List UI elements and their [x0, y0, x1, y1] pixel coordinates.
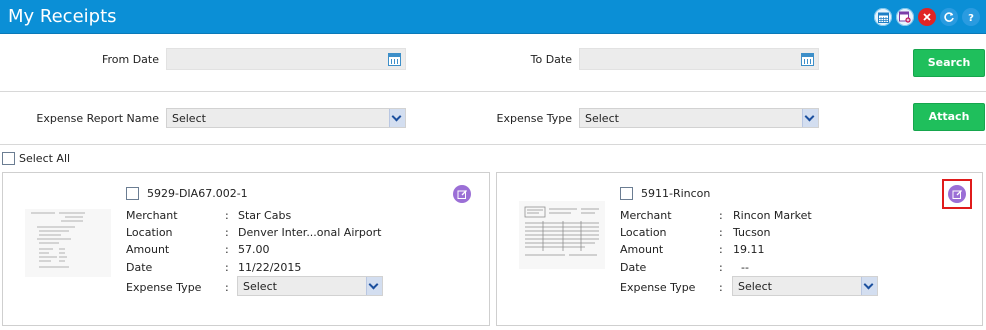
expense-report-name-label: Expense Report Name: [36, 112, 159, 125]
receipt-id: 5929-DIA67.002-1: [147, 187, 248, 200]
search-button[interactable]: Search: [913, 49, 985, 77]
to-date-input[interactable]: [579, 48, 819, 70]
merchant-label: Merchant: [126, 209, 178, 222]
date-filter-row: From Date To Date Search: [0, 34, 986, 92]
receipt-checkbox[interactable]: [620, 187, 633, 200]
separator: :: [719, 281, 723, 294]
receipt-header: 5929-DIA67.002-1: [126, 187, 248, 200]
receipt-thumbnail[interactable]: [25, 209, 111, 277]
merchant-label: Merchant: [620, 209, 672, 222]
page-title: My Receipts: [8, 6, 117, 27]
amount-label: Amount: [126, 243, 170, 256]
receipt-expense-type-select[interactable]: Select: [237, 276, 383, 296]
attach-row: Expense Report Name Select Expense Type …: [0, 93, 986, 145]
chevron-down-icon[interactable]: [389, 109, 405, 127]
expense-type-select[interactable]: Select: [579, 108, 819, 128]
merchant-value: Rincon Market: [733, 209, 812, 222]
chevron-down-icon[interactable]: [861, 277, 877, 295]
calendar-grid-icon[interactable]: [874, 8, 892, 26]
chevron-down-icon[interactable]: [802, 109, 818, 127]
select-all-label: Select All: [19, 152, 71, 165]
calendar-icon[interactable]: [801, 53, 814, 66]
separator: :: [719, 226, 723, 239]
title-bar: My Receipts ?: [0, 0, 986, 34]
separator: :: [225, 281, 229, 294]
receipt-expense-type-value: Select: [738, 280, 772, 293]
amount-value: 19.11: [733, 243, 765, 256]
receipt-expense-type-select[interactable]: Select: [732, 276, 878, 296]
separator: :: [719, 243, 723, 256]
receipt-expense-type-value: Select: [243, 280, 277, 293]
location-label: Location: [620, 226, 667, 239]
edit-icon[interactable]: [453, 185, 471, 203]
receipt-checkbox[interactable]: [126, 187, 139, 200]
location-value: Tucson: [733, 226, 771, 239]
separator: :: [225, 243, 229, 256]
receipt-card: 5911-Rincon Merchant : Rincon Market Loc…: [496, 172, 983, 326]
amount-label: Amount: [620, 243, 664, 256]
receipt-thumbnail[interactable]: [519, 201, 605, 269]
from-date-label: From Date: [101, 53, 159, 66]
date-label: Date: [126, 261, 153, 274]
expense-report-select-value: Select: [172, 112, 206, 125]
select-all[interactable]: Select All: [2, 152, 70, 165]
expense-type-label: Expense Type: [620, 281, 696, 294]
separator: :: [225, 209, 229, 222]
date-value: 11/22/2015: [238, 261, 302, 274]
from-date-input[interactable]: [166, 48, 406, 70]
date-label: Date: [620, 261, 647, 274]
expense-report-select[interactable]: Select: [166, 108, 406, 128]
attach-button[interactable]: Attach: [913, 103, 985, 131]
svg-text:?: ?: [968, 13, 974, 23]
receipt-header: 5911-Rincon: [620, 187, 710, 200]
expense-type-label: Expense Type: [126, 281, 202, 294]
edit-icon[interactable]: [948, 185, 966, 203]
toolbar-icons: ?: [874, 8, 980, 26]
receipt-card: 5929-DIA67.002-1 Merchant : Star Cabs Lo…: [2, 172, 490, 326]
location-value: Denver Inter...onal Airport: [238, 226, 382, 239]
location-label: Location: [126, 226, 173, 239]
select-all-checkbox[interactable]: [2, 152, 15, 165]
calendar-add-icon[interactable]: [896, 8, 914, 26]
expense-type-select-value: Select: [585, 112, 619, 125]
chevron-down-icon[interactable]: [366, 277, 382, 295]
separator: :: [719, 209, 723, 222]
separator: :: [719, 261, 723, 274]
receipt-id: 5911-Rincon: [641, 187, 711, 200]
calendar-icon[interactable]: [388, 53, 401, 66]
separator: :: [225, 261, 229, 274]
amount-value: 57.00: [238, 243, 270, 256]
close-icon[interactable]: [918, 8, 936, 26]
merchant-value: Star Cabs: [238, 209, 292, 222]
help-icon[interactable]: ?: [962, 8, 980, 26]
expense-type-label: Expense Type: [496, 112, 572, 125]
separator: :: [225, 226, 229, 239]
refresh-icon[interactable]: [940, 8, 958, 26]
to-date-label: To Date: [530, 53, 572, 66]
date-value: --: [741, 261, 749, 274]
